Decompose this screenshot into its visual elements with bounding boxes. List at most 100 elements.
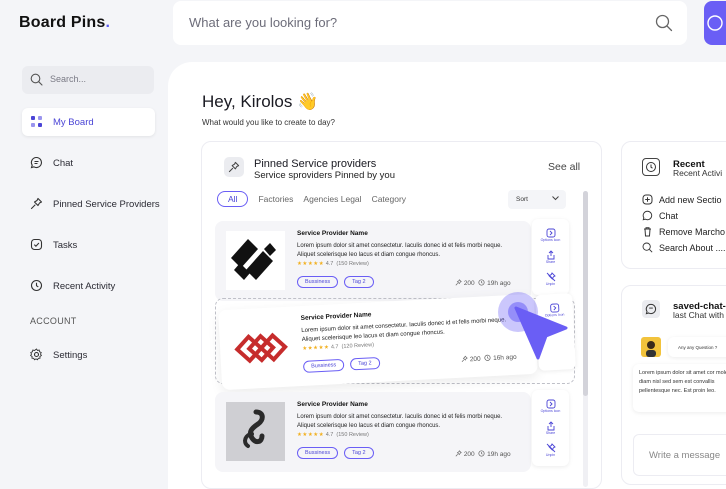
sidebar-item-label: Chat (53, 158, 74, 169)
scrollbar-thumb[interactable] (583, 191, 588, 396)
clock-icon (478, 279, 485, 286)
sidebar-search[interactable]: Search... (22, 66, 154, 94)
sidebar-item-recent-activity[interactable]: Recent Activity (22, 272, 155, 300)
grid-icon (30, 115, 43, 128)
recent-item-remove[interactable]: Remove Marcho (642, 226, 725, 237)
card-subtitle: Service sproviders Pinned by you (254, 170, 395, 181)
tag-badge[interactable]: Tag 2 (344, 276, 374, 288)
cursor-arrow-icon (514, 306, 572, 364)
filter-chip-category[interactable]: Category (372, 194, 407, 204)
provider-rating: ★★★★★ 4.7 (150 Review) (297, 432, 369, 438)
chevron-down-icon (552, 196, 559, 201)
options-icon (546, 399, 555, 409)
star-rating: ★★★★★ (302, 344, 330, 352)
filter-chip-factories[interactable]: Factories (258, 194, 293, 204)
provider-logo (229, 316, 292, 379)
recent-item-search[interactable]: Search About .... (642, 242, 726, 253)
sidebar-item-label: Tasks (53, 240, 78, 251)
gear-icon (30, 348, 43, 361)
provider-rating: ★★★★★ 4.7 (150 Review) (297, 261, 369, 267)
clock-icon (30, 279, 43, 292)
user-circle-icon (706, 14, 724, 32)
filter-chip-agencies-legal[interactable]: Agencies Legal (303, 194, 361, 204)
tag-badge[interactable]: Bussiness (302, 358, 345, 373)
message-input[interactable]: Write a message (633, 434, 726, 476)
share-button[interactable]: Share (532, 250, 569, 264)
provider-tags: Bussiness Tag 2 (302, 356, 380, 373)
clock-icon (478, 450, 485, 457)
pin-icon (461, 355, 468, 363)
sidebar-item-label: Pinned Service Providers (53, 199, 160, 210)
provider-name: Service Provider Name (297, 401, 368, 408)
search-icon[interactable] (655, 14, 673, 32)
pin-icon (455, 279, 462, 286)
sidebar-item-pinned-service-providers[interactable]: Pinned Service Providers (22, 190, 160, 218)
card-title: Pinned Service providers (254, 158, 377, 170)
tag-badge[interactable]: Tag 2 (344, 447, 374, 459)
sidebar-search-input[interactable]: Search... (50, 74, 86, 84)
tag-badge[interactable]: Bussiness (297, 276, 339, 288)
provider-meta: 200 19h ago (455, 279, 511, 287)
top-search-bar[interactable]: What are you looking for? (173, 1, 687, 45)
options-icon (546, 228, 555, 238)
star-rating: ★★★★★ (297, 432, 325, 438)
sidebar-item-label: Recent Activity (53, 281, 116, 292)
account-section-label: ACCOUNT (30, 316, 77, 326)
options-button[interactable]: Options Icon (532, 228, 569, 242)
provider-meta: 200 16h ago (461, 353, 517, 364)
share-icon (547, 421, 554, 431)
sidebar-item-tasks[interactable]: Tasks (22, 231, 155, 259)
tag-badge[interactable]: Bussiness (297, 447, 339, 459)
search-icon (30, 73, 43, 86)
recent-activity-card: Recent Recent Activi Add new Sectio Chat… (621, 141, 726, 269)
options-button[interactable]: Options Icon (532, 399, 569, 413)
filter-chip-all[interactable]: All (217, 191, 249, 207)
unpin-button[interactable]: Unpin (532, 272, 569, 286)
profile-button[interactable] (704, 1, 726, 45)
add-icon (642, 194, 653, 205)
provider-logo (226, 402, 285, 461)
provider-description: Lorem ipsum dolor sit amet consectetur. … (297, 243, 503, 258)
trash-icon (644, 227, 651, 237)
share-button[interactable]: Share (532, 421, 569, 435)
provider-meta: 200 19h ago (455, 450, 511, 458)
sidebar-item-settings[interactable]: Settings (22, 341, 155, 369)
task-check-icon (30, 238, 43, 251)
unpin-button[interactable]: Unpin (532, 443, 569, 457)
pin-icon (455, 450, 462, 457)
sidebar-item-label: Settings (53, 350, 88, 361)
recent-item-add-section[interactable]: Add new Sectio (642, 194, 722, 205)
chat-icon (642, 210, 653, 221)
provider-card[interactable]: Service Provider Name Lorem ipsum dolor … (215, 221, 531, 301)
brand-logo[interactable]: Board Pins. (19, 14, 110, 32)
provider-description: Lorem ipsum dolor sit amet consectetur. … (297, 414, 503, 429)
sidebar-item-my-board[interactable]: My Board (22, 108, 155, 136)
sort-dropdown[interactable]: Sort (508, 190, 566, 209)
sidebar: Search... My Board Chat Pinned Service P… (0, 48, 168, 489)
card-subtitle: last Chat with (673, 310, 725, 320)
provider-actions: Options Icon Share Unpin (532, 390, 569, 466)
see-all-link[interactable]: See all (548, 161, 580, 173)
card-subtitle: Recent Activi (673, 168, 723, 178)
share-icon (547, 250, 554, 260)
unpin-icon (546, 272, 556, 282)
star-rating: ★★★★★ (297, 261, 325, 267)
search-icon (642, 242, 653, 253)
page-subtitle: What would you like to create to day? (202, 118, 335, 127)
clock-icon (642, 158, 660, 176)
sidebar-item-chat[interactable]: Chat (22, 149, 155, 177)
chat-icon (642, 300, 660, 318)
provider-actions: Options Icon Share Unpin (532, 219, 569, 295)
pin-icon (30, 197, 43, 210)
provider-card[interactable]: Service Provider Name Lorem ipsum dolor … (215, 392, 531, 472)
chat-message-outgoing: Lorem ipsum dolor sit amet cor molestie … (633, 364, 726, 412)
avatar (641, 337, 661, 357)
tag-badge[interactable]: Tag 2 (349, 356, 380, 371)
provider-name: Service Provider Name (297, 230, 368, 237)
pin-icon (224, 157, 244, 177)
sidebar-item-label: My Board (53, 117, 94, 128)
top-search-input[interactable]: What are you looking for? (189, 15, 337, 30)
recent-item-chat[interactable]: Chat (642, 210, 678, 221)
provider-card-dragging[interactable]: Service Provider Name Lorem ipsum dolor … (218, 293, 538, 391)
unpin-icon (546, 443, 556, 453)
